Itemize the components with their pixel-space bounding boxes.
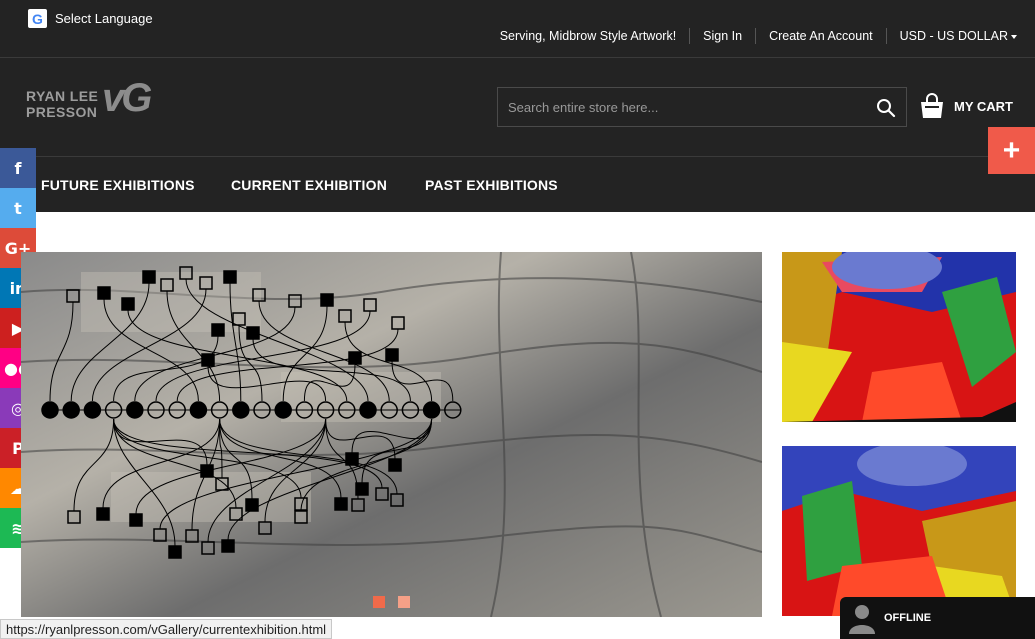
create-account-link[interactable]: Create An Account — [769, 29, 873, 43]
facebook-icon[interactable]: f — [0, 148, 36, 188]
nav-future-exhibitions[interactable]: FUTURE EXHIBITIONS — [41, 177, 195, 193]
shopping-bag-icon — [921, 93, 943, 118]
site-logo[interactable]: RYAN LEE PRESSON vG — [26, 76, 171, 125]
logo-mark: vG — [102, 76, 152, 120]
currency-label: USD - US DOLLAR — [899, 29, 1008, 43]
divider — [755, 28, 757, 44]
artwork-image — [782, 446, 1016, 616]
search-box — [497, 87, 907, 127]
expand-plus-button[interactable]: + — [988, 127, 1035, 174]
language-selector[interactable]: G Select Language — [28, 9, 153, 28]
top-bar: G Select Language Serving, Midbrow Style… — [0, 0, 1035, 58]
currency-selector[interactable]: USD - US DOLLAR — [900, 29, 1017, 43]
chat-widget[interactable]: OFFLINE — [840, 597, 1035, 639]
cart-button[interactable]: MY CART — [918, 92, 1013, 120]
site-header: G Select Language Serving, Midbrow Style… — [0, 0, 1035, 212]
language-label: Select Language — [55, 11, 153, 26]
sign-in-link[interactable]: Sign In — [703, 29, 742, 43]
twitter-icon[interactable]: t — [0, 188, 36, 228]
top-links: Serving, Midbrow Style Artwork! Sign In … — [500, 28, 1017, 44]
cart-label: MY CART — [954, 98, 1013, 114]
artwork-image — [21, 252, 762, 617]
slider-dot[interactable] — [373, 596, 385, 608]
logo-line-1: RYAN LEE — [26, 88, 99, 104]
search-icon[interactable] — [876, 98, 896, 118]
artwork-thumbnail[interactable] — [782, 252, 1016, 422]
artwork-image — [782, 252, 1016, 422]
logo-line-2: PRESSON — [26, 104, 98, 120]
main-nav: FUTURE EXHIBITIONS CURRENT EXHIBITION PA… — [0, 156, 1035, 212]
divider — [689, 28, 691, 44]
browser-status-url: https://ryanlpresson.com/vGallery/curren… — [0, 619, 333, 639]
divider — [885, 28, 887, 44]
hero-slider[interactable] — [21, 252, 762, 617]
tagline: Serving, Midbrow Style Artwork! — [499, 29, 677, 43]
user-avatar-icon — [849, 605, 875, 634]
caret-down-icon — [1011, 34, 1017, 39]
google-icon: G — [28, 9, 47, 28]
search-input[interactable] — [498, 88, 858, 126]
nav-past-exhibitions[interactable]: PAST EXHIBITIONS — [425, 177, 558, 193]
chat-status-label: OFFLINE — [884, 612, 932, 624]
artwork-thumbnail[interactable] — [782, 446, 1016, 616]
slider-dot[interactable] — [398, 596, 410, 608]
slider-pagination — [373, 596, 410, 608]
nav-current-exhibition[interactable]: CURRENT EXHIBITION — [231, 177, 387, 193]
